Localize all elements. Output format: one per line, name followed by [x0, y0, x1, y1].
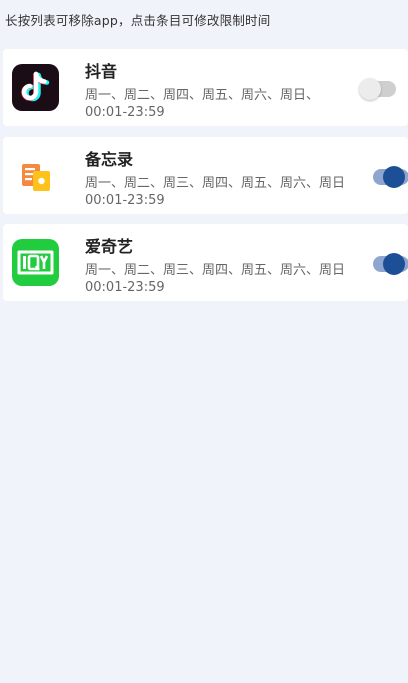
instruction-text: 长按列表可移除app，点击条目可修改限制时间	[5, 13, 271, 28]
notes-icon	[12, 152, 59, 199]
app-list-item-douyin[interactable]: 抖音 周一、周二、周四、周五、周六、周日、 00:01-23:59	[3, 49, 408, 126]
enable-toggle-iqiyi[interactable]	[373, 253, 408, 275]
app-list-item-iqiyi[interactable]: 爱奇艺 周一、周二、周三、周四、周五、周六、周日 00:01-23:59	[3, 224, 408, 301]
enable-toggle-douyin[interactable]	[359, 78, 396, 100]
app-name: 爱奇艺	[85, 237, 134, 256]
enable-toggle-memo[interactable]	[373, 166, 408, 188]
app-days: 周一、周二、周四、周五、周六、周日、	[85, 88, 320, 103]
toggle-knob	[359, 78, 381, 100]
app-days: 周一、周二、周三、周四、周五、周六、周日	[85, 263, 346, 278]
app-time: 00:01-23:59	[85, 105, 165, 120]
iqiyi-icon	[12, 239, 59, 286]
app-time: 00:01-23:59	[85, 193, 165, 208]
app-days: 周一、周二、周三、周四、周五、周六、周日	[85, 176, 346, 191]
app-name: 备忘录	[85, 150, 134, 169]
app-time: 00:01-23:59	[85, 280, 165, 295]
tiktok-icon	[12, 64, 59, 111]
toggle-knob	[383, 253, 405, 275]
toggle-knob	[383, 166, 405, 188]
app-name: 抖音	[85, 62, 118, 81]
app-limit-page: 长按列表可移除app，点击条目可修改限制时间 抖音 周一、周二、周四、周五、周六…	[0, 0, 408, 683]
app-list-item-memo[interactable]: 备忘录 周一、周二、周三、周四、周五、周六、周日 00:01-23:59	[3, 137, 408, 214]
